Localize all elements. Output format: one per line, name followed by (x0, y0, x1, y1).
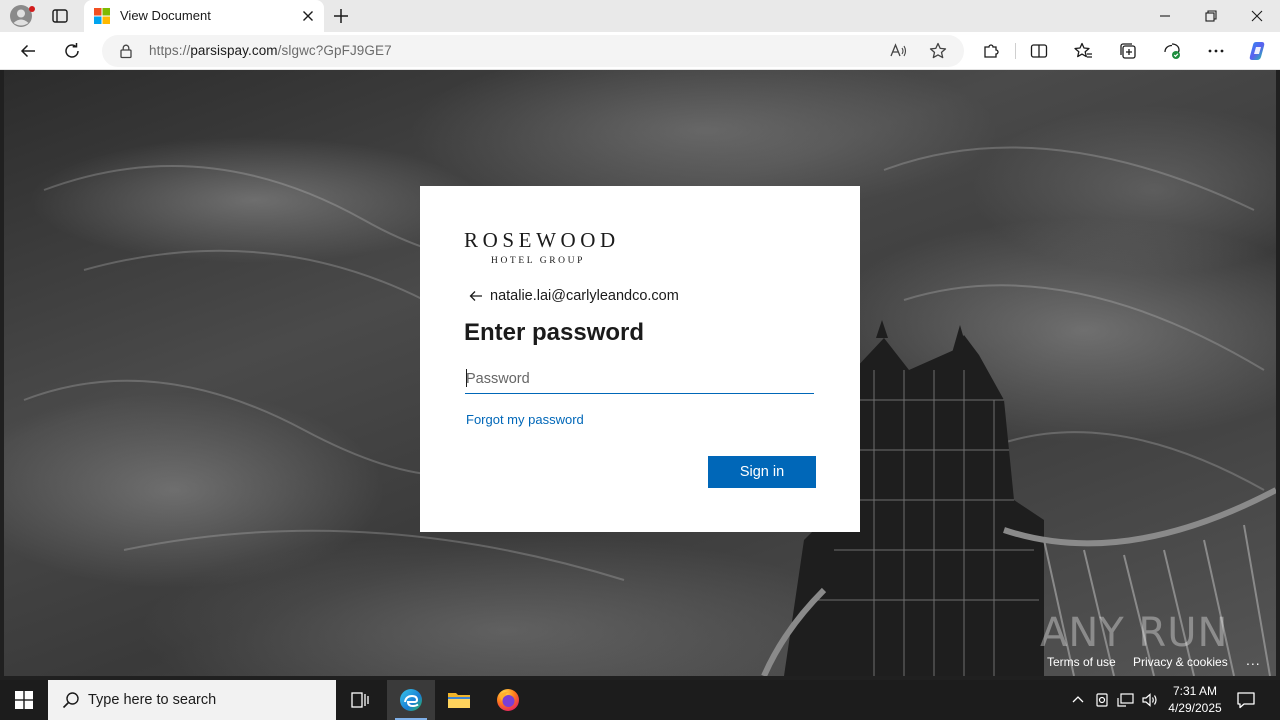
network-icon[interactable] (1116, 690, 1136, 710)
minimize-icon[interactable] (1142, 0, 1188, 32)
back-icon[interactable] (16, 39, 40, 63)
password-input[interactable] (465, 364, 814, 394)
search-icon (62, 692, 79, 709)
clock-date: 4/29/2025 (1168, 701, 1222, 715)
browser-toolbar: https://parsispay.com/slgwc?GpFJ9GE7 (0, 32, 1280, 70)
edge-icon (400, 689, 422, 711)
collections-icon[interactable] (1118, 41, 1138, 61)
terms-of-use-link[interactable]: Terms of use (1047, 655, 1116, 669)
tab-actions-icon[interactable] (50, 6, 70, 26)
file-explorer-button[interactable] (435, 680, 483, 720)
toolbar-divider (1015, 43, 1016, 59)
start-button[interactable] (0, 680, 48, 720)
footer-more-options[interactable]: ... (1246, 652, 1261, 668)
logo-wordmark: ROSEWOOD (464, 228, 620, 252)
microsoft-logo-icon (94, 8, 110, 24)
back-arrow-icon[interactable] (468, 288, 484, 304)
edge-taskbar-button[interactable] (387, 680, 435, 720)
security-icon[interactable] (1092, 690, 1112, 710)
refresh-icon[interactable] (60, 39, 84, 63)
page-title: Enter password (464, 319, 645, 346)
browser-tab-bar: View Document (0, 0, 1280, 32)
browser-essentials-icon[interactable] (1162, 41, 1182, 61)
favorite-star-icon[interactable] (928, 41, 948, 61)
firefox-button[interactable] (484, 680, 532, 720)
lock-icon[interactable] (118, 43, 134, 59)
privacy-cookies-link[interactable]: Privacy & cookies (1133, 655, 1228, 669)
url-text[interactable]: https://parsispay.com/slgwc?GpFJ9GE7 (149, 43, 392, 58)
copilot-icon[interactable] (1246, 39, 1270, 63)
extensions-icon[interactable] (981, 41, 1001, 61)
task-view-icon (351, 692, 369, 708)
clock-time: 7:31 AM (1172, 684, 1218, 698)
address-bar[interactable]: https://parsispay.com/slgwc?GpFJ9GE7 (102, 35, 964, 67)
windows-logo-icon (15, 691, 33, 709)
close-tab-icon[interactable] (300, 8, 316, 24)
page-viewport: ROSEWOOD HOTEL GROUP natalie.lai@carlyle… (4, 70, 1276, 676)
folder-icon (448, 693, 470, 708)
url-scheme: https:// (149, 43, 191, 58)
url-host: parsispay.com (190, 43, 278, 58)
sign-in-button[interactable]: Sign in (708, 456, 816, 488)
notification-icon[interactable] (1234, 689, 1258, 711)
task-view-button[interactable] (336, 680, 384, 720)
system-clock[interactable]: 7:31 AM 4/29/2025 (1150, 683, 1240, 717)
anyrun-watermark: ANY RUN (1040, 610, 1229, 656)
rosewood-logo: ROSEWOOD HOTEL GROUP (464, 228, 640, 270)
split-screen-icon[interactable] (1029, 41, 1049, 61)
favorites-icon[interactable] (1073, 41, 1093, 61)
more-menu-icon[interactable] (1206, 41, 1226, 61)
new-tab-icon[interactable] (331, 6, 351, 26)
chevron-up-icon[interactable] (1068, 690, 1088, 710)
identity-row[interactable]: natalie.lai@carlyleandco.com (468, 286, 679, 306)
logo-subtitle: HOTEL GROUP (491, 256, 585, 266)
url-path: /slgwc?GpFJ9GE7 (277, 43, 392, 58)
identity-email: natalie.lai@carlyleandco.com (490, 288, 679, 304)
tab-title: View Document (120, 8, 211, 23)
windows-taskbar: Type here to search 7:31 AM 4/29/2025 (0, 680, 1280, 720)
close-window-icon[interactable] (1234, 0, 1280, 32)
read-aloud-icon[interactable] (888, 41, 908, 61)
profile-notification-dot (29, 6, 35, 12)
tab-view-document[interactable]: View Document (84, 0, 324, 32)
search-placeholder: Type here to search (88, 692, 217, 708)
sign-in-card: ROSEWOOD HOTEL GROUP natalie.lai@carlyle… (420, 186, 860, 532)
forgot-password-link[interactable]: Forgot my password (466, 412, 584, 427)
firefox-icon (497, 689, 519, 711)
restore-icon[interactable] (1188, 0, 1234, 32)
taskbar-search-box[interactable]: Type here to search (48, 680, 336, 720)
text-caret (466, 369, 467, 387)
